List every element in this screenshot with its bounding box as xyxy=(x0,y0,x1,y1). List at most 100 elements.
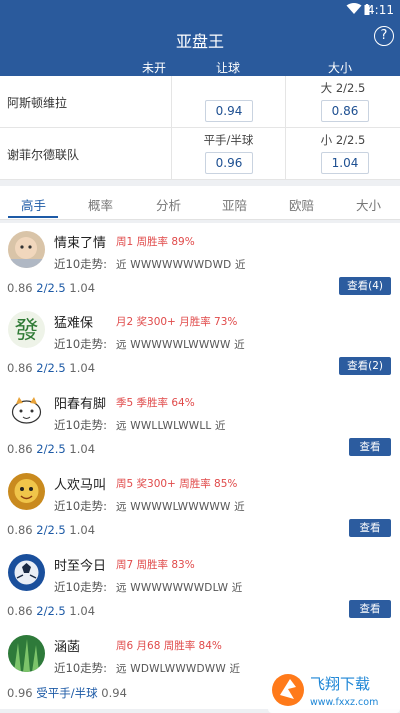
odds-right: 0.94 xyxy=(101,686,127,700)
trend-sequence: 近 WWWWWWWDWD 近 xyxy=(116,259,246,271)
odds-row: 阿斯顿维拉 0.94 大 2/2.5 0.86 xyxy=(0,76,400,128)
tab-analysis[interactable]: 分析 xyxy=(156,195,181,214)
header-over-under: 大小 xyxy=(328,61,353,75)
odds-right: 1.04 xyxy=(69,361,96,375)
tab-over-under[interactable]: 大小 xyxy=(356,195,381,214)
odds-mid: 2/2.5 xyxy=(36,442,66,456)
expert-card[interactable]: 时至今日 周7 周胜率 83% 近10走势: 远 WWWWWWWDLW 近 0.… xyxy=(0,546,400,628)
handicap-label: 平手/半球 xyxy=(203,133,254,147)
over-under-label: 小 2/2.5 xyxy=(320,133,366,147)
trend-sequence: 远 WDWLWWWDWW 近 xyxy=(116,663,241,675)
over-under-cell: 大 2/2.5 0.86 xyxy=(285,76,400,128)
header-handicap: 让球 xyxy=(216,61,241,75)
odds-table: 阿斯顿维拉 0.94 大 2/2.5 0.86 谢菲尔德联队 平手/半球 0.9… xyxy=(0,76,400,180)
expert-record: 周6 月68 周胜率 84% xyxy=(116,640,222,652)
avatar xyxy=(8,231,45,268)
expert-record: 周5 奖300+ 周胜率 85% xyxy=(116,478,238,490)
handicap-cell: 0.94 xyxy=(171,76,285,128)
trend-label: 近10走势: xyxy=(54,257,108,271)
view-button[interactable]: 查看 xyxy=(349,438,391,456)
tab-bar: 高手 概率 分析 亚陪 欧赔 大小 xyxy=(0,186,400,220)
odds-mid: 受平手/半球 xyxy=(36,686,98,700)
over-under-label: 大 2/2.5 xyxy=(320,81,366,95)
trend-label: 近10走势: xyxy=(54,418,108,432)
trend-label: 近10走势: xyxy=(54,661,108,675)
over-under-odds[interactable]: 0.86 xyxy=(321,100,369,122)
trend-sequence: 远 WWWWWWWDLW 近 xyxy=(116,582,243,594)
odds-mid: 2/2.5 xyxy=(36,281,66,295)
expert-record: 季5 季胜率 64% xyxy=(116,397,195,409)
app-bar: 亚盘王 ? xyxy=(0,20,400,56)
odds-right: 1.04 xyxy=(69,604,96,618)
watermark-logo: 飞翔下载 www.fxxz.com xyxy=(268,667,400,713)
view-button[interactable]: 查看 xyxy=(349,600,391,618)
odds-line: 0.96 受平手/半球 0.94 xyxy=(7,685,127,701)
trend-label: 近10走势: xyxy=(54,580,108,594)
odds-mid: 2/2.5 xyxy=(36,361,66,375)
view-button[interactable]: 查看 xyxy=(349,519,391,537)
wifi-icon xyxy=(346,3,362,14)
odds-header: 未开 让球 大小 xyxy=(0,56,400,76)
expert-card[interactable]: 情束了情 周1 周胜率 89% 近10走势: 近 WWWWWWWDWD 近 0.… xyxy=(0,223,400,305)
odds-left: 0.86 xyxy=(7,523,33,537)
odds-line: 0.86 2/2.5 1.04 xyxy=(7,523,95,537)
odds-line: 0.86 2/2.5 1.04 xyxy=(7,604,95,618)
header-not-started: 未开 xyxy=(142,61,167,75)
expert-card[interactable]: 發 猛难保 月2 奖300+ 月胜率 73% 近10走势: 远 WWWWWLWW… xyxy=(0,303,400,385)
over-under-cell: 小 2/2.5 1.04 xyxy=(285,128,400,180)
expert-card[interactable]: 人欢马叫 周5 奖300+ 周胜率 85% 近10走势: 远 WWWWLWWWW… xyxy=(0,465,400,547)
trend-sequence: 远 WWWWWLWWWW 近 xyxy=(116,339,245,351)
odds-line: 0.86 2/2.5 1.04 xyxy=(7,442,95,456)
trend-sequence: 远 WWLLWLWWLL 近 xyxy=(116,420,226,432)
trend-label: 近10走势: xyxy=(54,337,108,351)
odds-left: 0.86 xyxy=(7,361,33,375)
odds-row: 谢菲尔德联队 平手/半球 0.96 小 2/2.5 1.04 xyxy=(0,128,400,180)
odds-left: 0.86 xyxy=(7,281,33,295)
view-button[interactable]: 查看(2) xyxy=(339,357,391,375)
active-tab-indicator xyxy=(8,216,58,218)
status-time: 4:11 xyxy=(367,3,394,17)
odds-left: 0.86 xyxy=(7,604,33,618)
odds-line: 0.86 2/2.5 1.04 xyxy=(7,281,95,295)
avatar xyxy=(8,635,45,672)
avatar: 發 xyxy=(8,311,45,348)
handicap-odds[interactable]: 0.96 xyxy=(205,152,253,174)
expert-name: 涵菡 xyxy=(54,640,81,655)
status-bar: 4:11 xyxy=(0,0,400,20)
avatar xyxy=(8,473,45,510)
odds-left: 0.86 xyxy=(7,442,33,456)
team-name: 谢菲尔德联队 xyxy=(7,148,80,162)
odds-left: 0.96 xyxy=(7,686,33,700)
odds-right: 1.04 xyxy=(69,442,96,456)
tab-probability[interactable]: 概率 xyxy=(88,195,113,214)
team-name: 阿斯顿维拉 xyxy=(7,96,68,110)
expert-card[interactable]: 阳春有脚 季5 季胜率 64% 近10走势: 远 WWLLWLWWLL 近 0.… xyxy=(0,384,400,466)
watermark-text: 飞翔下载 xyxy=(310,675,370,693)
odds-mid: 2/2.5 xyxy=(36,604,66,618)
expert-record: 月2 奖300+ 月胜率 73% xyxy=(116,316,238,328)
avatar xyxy=(8,392,45,429)
odds-mid: 2/2.5 xyxy=(36,523,66,537)
expert-name: 猛难保 xyxy=(54,316,94,331)
expert-name: 人欢马叫 xyxy=(54,478,107,493)
odds-right: 1.04 xyxy=(69,523,96,537)
over-under-odds[interactable]: 1.04 xyxy=(321,152,369,174)
view-button[interactable]: 查看(4) xyxy=(339,277,391,295)
handicap-cell: 平手/半球 0.96 xyxy=(171,128,285,180)
watermark-url: www.fxxz.com xyxy=(310,697,378,708)
tab-experts[interactable]: 高手 xyxy=(21,195,46,214)
handicap-odds[interactable]: 0.94 xyxy=(205,100,253,122)
avatar xyxy=(8,554,45,591)
page-title: 亚盘王 xyxy=(175,32,224,51)
expert-name: 阳春有脚 xyxy=(54,397,107,412)
expert-name: 时至今日 xyxy=(54,559,107,574)
odds-right: 1.04 xyxy=(69,281,96,295)
odds-line: 0.86 2/2.5 1.04 xyxy=(7,361,95,375)
expert-name: 情束了情 xyxy=(54,236,107,251)
help-icon[interactable]: ? xyxy=(374,26,394,46)
tab-asian-odds[interactable]: 亚陪 xyxy=(222,195,247,214)
tab-european-odds[interactable]: 欧赔 xyxy=(289,195,314,214)
trend-sequence: 远 WWWWLWWWWW 近 xyxy=(116,501,245,513)
svg-text:發: 發 xyxy=(15,316,39,344)
expert-record: 周7 周胜率 83% xyxy=(116,559,195,571)
